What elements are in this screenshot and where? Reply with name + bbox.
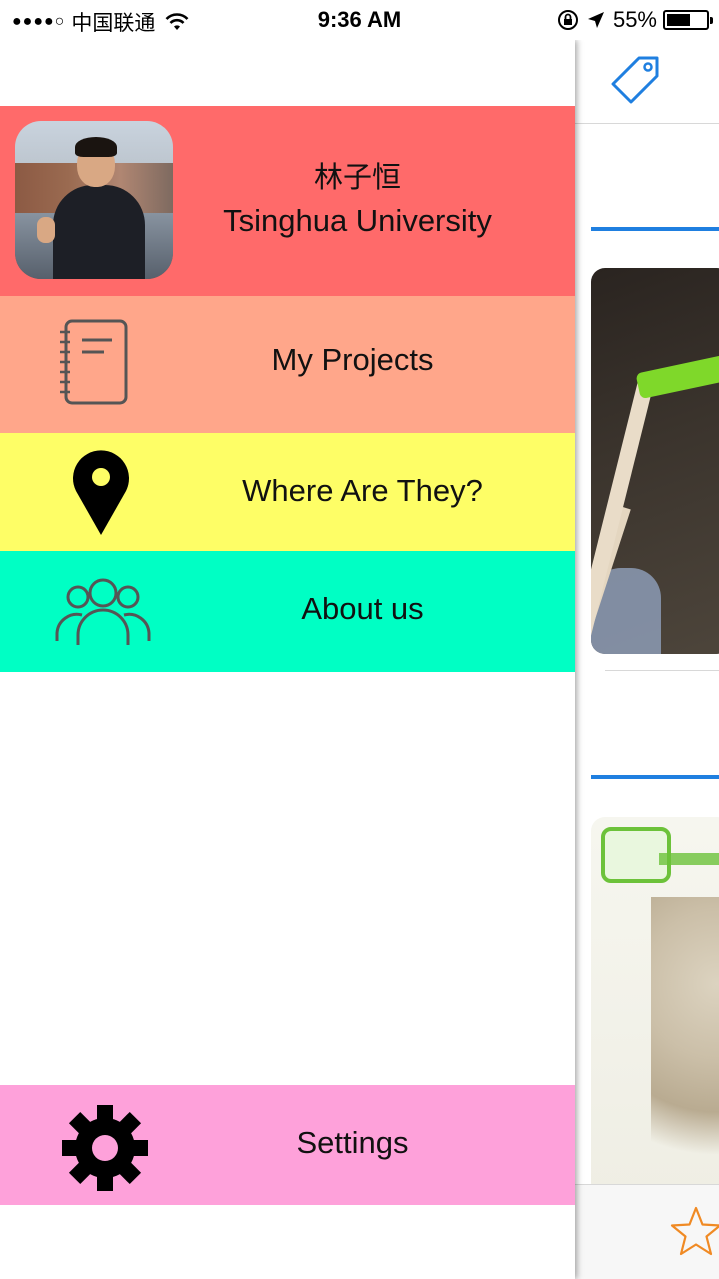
gear-icon — [62, 1105, 148, 1191]
image-detail — [659, 853, 719, 865]
profile-info: 林子恒 Tsinghua University — [200, 156, 515, 244]
tag-icon[interactable] — [609, 52, 663, 106]
battery-nub — [710, 17, 713, 24]
image-detail — [635, 350, 719, 400]
feed-card-image[interactable] — [591, 268, 719, 654]
avatar-figure — [75, 137, 117, 157]
menu-item-my-projects[interactable]: My Projects — [0, 296, 575, 433]
star-icon[interactable] — [669, 1205, 719, 1259]
battery-fill — [667, 14, 691, 26]
battery-percent: 55% — [612, 7, 657, 32]
profile-header[interactable]: 林子恒 Tsinghua University — [0, 106, 575, 296]
menu-item-label: My Projects — [271, 342, 434, 377]
profile-name: 林子恒 — [313, 160, 401, 194]
status-bar: ●●●●○ 中国联通 9:36 AM 55% — [0, 0, 719, 40]
side-drawer: 林子恒 Tsinghua University My Projects Wher… — [0, 40, 575, 1279]
avatar-figure — [53, 185, 145, 279]
menu-item-about-us[interactable]: About us — [0, 551, 575, 672]
profile-school: Tsinghua University — [223, 203, 492, 238]
content-tabbar — [575, 1184, 719, 1279]
rotation-lock-icon — [557, 10, 578, 30]
people-icon — [55, 578, 151, 645]
menu-item-label: Where Are They? — [242, 473, 483, 508]
content-navbar — [575, 40, 719, 124]
feed-card-image[interactable] — [591, 817, 719, 1197]
battery-icon — [663, 10, 713, 30]
card-separator — [605, 670, 719, 671]
menu-item-settings[interactable]: Settings — [0, 1085, 575, 1205]
section-divider-accent — [591, 227, 719, 231]
notebook-icon — [60, 319, 128, 405]
avatar-figure — [37, 217, 55, 243]
main-content-peek[interactable] — [575, 40, 719, 1279]
menu-item-label: Settings — [296, 1125, 409, 1160]
location-arrow-icon — [587, 12, 604, 28]
menu-item-label: About us — [301, 591, 424, 626]
section-divider-accent — [591, 775, 719, 779]
map-pin-icon — [73, 450, 129, 535]
image-detail — [651, 897, 719, 1187]
menu-item-where-are-they[interactable]: Where Are They? — [0, 433, 575, 551]
status-right: 55% — [557, 7, 713, 33]
avatar[interactable] — [15, 121, 173, 279]
